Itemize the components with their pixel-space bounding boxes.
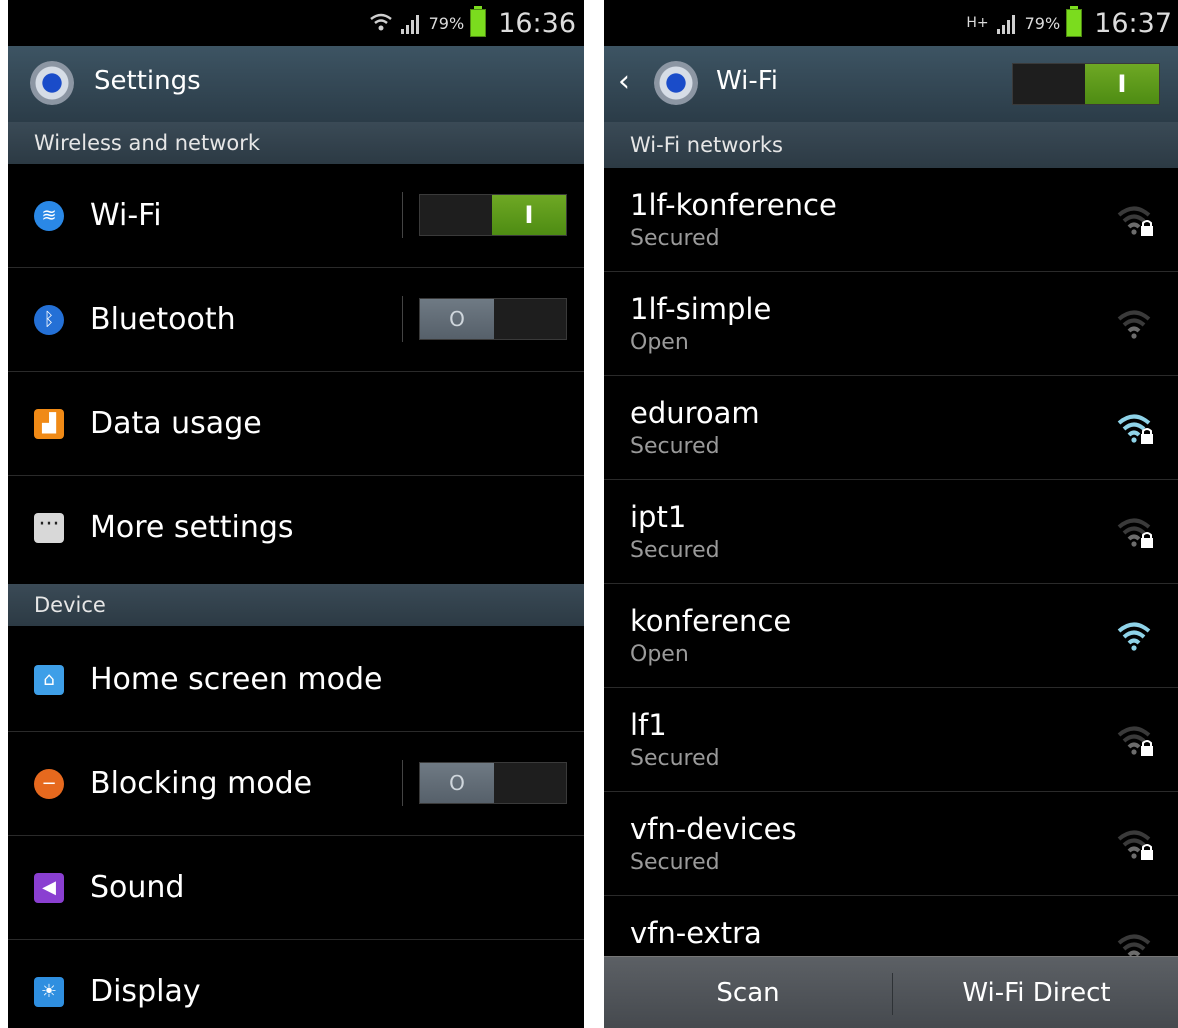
settings-item-label: Blocking mode xyxy=(90,766,313,801)
bottom-action-bar: Scan Wi-Fi Direct xyxy=(604,956,1178,1028)
wifi-master-toggle[interactable]: I xyxy=(1012,63,1160,105)
status-bar: 79% 16:36 xyxy=(8,0,584,46)
network-security: Open xyxy=(630,330,689,355)
wifi-toggle[interactable]: I xyxy=(419,194,567,236)
section-header-wireless: Wireless and network xyxy=(8,122,584,164)
network-name: lf1 xyxy=(630,708,667,742)
back-chevron-icon[interactable]: ‹ xyxy=(618,64,630,99)
battery-percent: 79% xyxy=(1024,13,1061,33)
settings-item-label: Home screen mode xyxy=(90,662,383,697)
settings-item-sound[interactable]: ◀ Sound xyxy=(8,836,584,940)
bluetooth-toggle[interactable]: O xyxy=(419,298,567,340)
more-icon: ··· xyxy=(34,513,64,543)
data-usage-icon: ▟ xyxy=(34,409,64,439)
toggle-knob: O xyxy=(420,763,494,803)
network-security: Secured xyxy=(630,746,720,771)
battery-icon xyxy=(470,6,487,37)
settings-screen: 79% 16:36 Settings Wireless and network … xyxy=(8,0,584,1028)
wifi-signal-icon xyxy=(1117,622,1151,651)
action-bar: ‹ Wi-Fi I xyxy=(604,46,1178,123)
section-header-networks: Wi-Fi networks xyxy=(604,122,1178,168)
toggle-knob: I xyxy=(1085,64,1159,104)
network-security: Open xyxy=(630,642,689,667)
scan-button[interactable]: Scan xyxy=(604,957,892,1028)
settings-item-display[interactable]: ☀ Display xyxy=(8,940,584,1028)
network-name: vfn-extra xyxy=(630,916,762,950)
signal-icon xyxy=(400,15,419,34)
clock: 16:36 xyxy=(498,7,576,39)
display-icon: ☀ xyxy=(34,977,64,1007)
wifi-lock-icon xyxy=(1117,726,1153,756)
bluetooth-icon: ᛒ xyxy=(34,305,64,335)
network-name: konference xyxy=(630,604,792,638)
clock: 16:37 xyxy=(1094,7,1172,39)
network-item[interactable]: lf1 Secured xyxy=(604,688,1178,792)
settings-item-label: Bluetooth xyxy=(90,302,236,337)
blocking-icon: − xyxy=(34,769,64,799)
wifi-direct-button[interactable]: Wi-Fi Direct xyxy=(893,957,1178,1028)
page-title: Settings xyxy=(94,66,201,96)
wifi-lock-icon xyxy=(1117,414,1153,444)
wifi-icon: ≋ xyxy=(34,201,64,231)
network-security: Secured xyxy=(630,434,720,459)
settings-item-blocking-mode[interactable]: − Blocking mode O xyxy=(8,732,584,836)
toggle-knob: I xyxy=(492,195,566,235)
wifi-lock-icon xyxy=(1117,830,1153,860)
section-header-device: Device xyxy=(8,584,584,626)
status-bar: H+ 79% 16:37 xyxy=(604,0,1178,46)
network-item[interactable]: vfn-devices Secured xyxy=(604,792,1178,896)
network-type: H+ xyxy=(966,15,989,31)
settings-gear-icon xyxy=(654,61,698,105)
home-icon: ⌂ xyxy=(34,665,64,695)
divider xyxy=(402,760,403,806)
network-name: vfn-devices xyxy=(630,812,797,846)
settings-item-more[interactable]: ··· More settings xyxy=(8,476,584,580)
settings-item-data-usage[interactable]: ▟ Data usage xyxy=(8,372,584,476)
settings-item-label: Data usage xyxy=(90,406,262,441)
network-name: eduroam xyxy=(630,396,760,430)
action-bar: Settings xyxy=(8,46,584,123)
network-name: 1lf-simple xyxy=(630,292,772,326)
page-title: Wi-Fi xyxy=(716,66,779,96)
divider xyxy=(402,192,403,238)
toggle-knob: O xyxy=(420,299,494,339)
divider xyxy=(402,296,403,342)
network-item[interactable]: eduroam Secured xyxy=(604,376,1178,480)
network-security: Secured xyxy=(630,226,720,251)
network-item[interactable]: 1lf-simple Open xyxy=(604,272,1178,376)
settings-item-label: Display xyxy=(90,974,201,1009)
network-security: Secured xyxy=(630,538,720,563)
battery-percent: 79% xyxy=(428,13,465,33)
network-security: Secured xyxy=(630,850,720,875)
wifi-status-icon xyxy=(369,13,392,31)
signal-icon xyxy=(996,15,1015,34)
settings-item-label: Sound xyxy=(90,870,185,905)
network-item[interactable]: ipt1 Secured xyxy=(604,480,1178,584)
network-name: ipt1 xyxy=(630,500,687,534)
wifi-signal-icon xyxy=(1117,310,1151,339)
settings-item-home-screen-mode[interactable]: ⌂ Home screen mode xyxy=(8,628,584,732)
settings-item-bluetooth[interactable]: ᛒ Bluetooth O xyxy=(8,268,584,372)
blocking-toggle[interactable]: O xyxy=(419,762,567,804)
settings-gear-icon xyxy=(30,61,74,105)
wifi-lock-icon xyxy=(1117,518,1153,548)
wifi-screen: H+ 79% 16:37 ‹ Wi-Fi I Wi-Fi networks 1l… xyxy=(604,0,1178,1028)
network-item[interactable]: konference Open xyxy=(604,584,1178,688)
settings-item-label: More settings xyxy=(90,510,294,545)
wifi-lock-icon xyxy=(1117,206,1153,236)
sound-icon: ◀ xyxy=(34,873,64,903)
battery-icon xyxy=(1066,6,1083,37)
settings-item-label: Wi-Fi xyxy=(90,198,162,233)
settings-item-wifi[interactable]: ≋ Wi-Fi I xyxy=(8,164,584,268)
network-item[interactable]: 1lf-konference Secured xyxy=(604,168,1178,272)
network-name: 1lf-konference xyxy=(630,188,837,222)
